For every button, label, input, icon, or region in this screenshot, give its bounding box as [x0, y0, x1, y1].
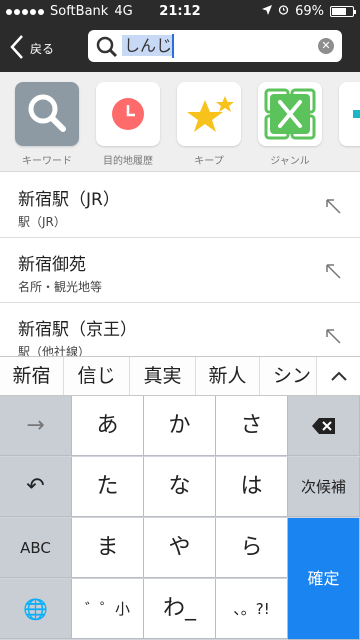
insert-arrow-icon[interactable]: [324, 262, 342, 284]
japanese-keyboard: → あ か さ ↶ た な は 次候補 ABC ま や ら 確定 🌐 ゛゜小 わ…: [0, 396, 360, 640]
alarm-icon: [278, 4, 289, 19]
key-sa[interactable]: さ: [216, 396, 288, 456]
chevron-up-icon: [330, 371, 347, 381]
category-more-tile[interactable]: [339, 82, 360, 146]
insert-arrow-icon[interactable]: [324, 197, 342, 219]
candidate-item[interactable]: 新宿: [0, 357, 64, 395]
category-keep[interactable]: キープ: [176, 82, 242, 167]
key-na[interactable]: な: [144, 457, 216, 517]
key-wa[interactable]: わ_: [144, 579, 216, 639]
expand-candidates-button[interactable]: [316, 357, 360, 395]
candidate-item[interactable]: 信じ: [64, 357, 130, 395]
result-row[interactable]: 新宿御苑 名所・観光地等: [0, 238, 360, 303]
conversion-candidates-bar: 新宿 信じ 真実 新人 シン: [0, 356, 360, 396]
location-icon: [262, 4, 273, 19]
back-button[interactable]: 戻る: [10, 32, 54, 64]
category-history-tile[interactable]: [96, 82, 160, 146]
category-genre[interactable]: ジャンル: [257, 82, 323, 167]
result-subtitle: 駅（JR）: [18, 215, 66, 229]
magnifier-icon: [28, 94, 66, 132]
result-row[interactable]: 新宿駅（JR） 駅（JR）: [0, 173, 360, 238]
insert-arrow-icon[interactable]: [324, 327, 342, 349]
category-keyword-label: キーワード: [22, 156, 72, 167]
globe-key[interactable]: 🌐: [0, 579, 72, 639]
category-history[interactable]: 目的地履歴: [95, 82, 161, 167]
search-field[interactable]: しんじ ✕: [88, 30, 342, 62]
category-more[interactable]: [338, 82, 360, 146]
result-title: 新宿駅（JR）: [18, 190, 120, 210]
candidate-item[interactable]: シン: [260, 357, 324, 395]
category-keep-label: キープ: [194, 156, 224, 167]
category-shortcuts: キーワード 目的地履歴 キープ ジャンル: [0, 72, 360, 172]
punctuation-key[interactable]: 、。?!: [216, 579, 288, 639]
undo-key[interactable]: ↶: [0, 457, 72, 517]
key-ta[interactable]: た: [72, 457, 144, 517]
result-title: 新宿駅（京王）: [18, 320, 137, 340]
result-title: 新宿御苑: [18, 255, 86, 275]
cursor-right-key[interactable]: →: [0, 396, 72, 456]
key-ha[interactable]: は: [216, 457, 288, 517]
chevron-left-icon: [10, 34, 24, 63]
battery-icon: [330, 6, 356, 17]
category-keyword[interactable]: キーワード: [14, 82, 80, 167]
candidate-item[interactable]: 新人: [196, 357, 260, 395]
utensils-icon: [264, 88, 316, 140]
category-genre-tile[interactable]: [258, 82, 322, 146]
confirm-key[interactable]: 確定: [288, 518, 360, 640]
key-ra[interactable]: ら: [216, 518, 288, 578]
category-keep-tile[interactable]: [177, 82, 241, 146]
category-history-label: 目的地履歴: [103, 156, 153, 167]
candidate-item[interactable]: 真実: [130, 357, 196, 395]
stars-icon: [187, 96, 234, 132]
search-icon: [96, 36, 118, 62]
status-bar: SoftBank 4G 21:12 69%: [0, 0, 360, 24]
back-button-label: 戻る: [30, 41, 55, 56]
battery-percent: 69%: [295, 4, 324, 19]
clear-search-button[interactable]: ✕: [318, 38, 334, 54]
key-ma[interactable]: ま: [72, 518, 144, 578]
key-ka[interactable]: か: [144, 396, 216, 456]
clock-icon: [112, 98, 144, 130]
key-ya[interactable]: や: [144, 518, 216, 578]
key-a[interactable]: あ: [72, 396, 144, 456]
delete-key[interactable]: [288, 396, 360, 456]
navigation-bar: 戻る しんじ ✕: [0, 24, 360, 72]
category-keyword-tile[interactable]: [15, 82, 79, 146]
backspace-icon: [311, 418, 335, 434]
text-cursor: [172, 34, 174, 58]
next-candidate-key[interactable]: 次候補: [288, 457, 360, 517]
plus-icon: [353, 110, 360, 118]
search-input[interactable]: しんじ: [122, 35, 175, 56]
dakuten-key[interactable]: ゛゜小: [72, 579, 144, 639]
abc-mode-key[interactable]: ABC: [0, 518, 72, 578]
category-genre-label: ジャンル: [270, 156, 310, 167]
result-subtitle: 名所・観光地等: [18, 280, 103, 294]
